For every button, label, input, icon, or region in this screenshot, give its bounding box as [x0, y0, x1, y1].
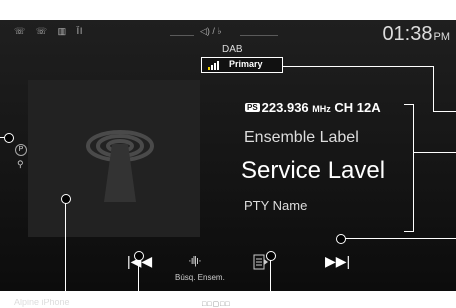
broadcast-icon — [28, 80, 200, 237]
pty-label: PTY Name — [244, 198, 308, 213]
top-margin — [0, 0, 456, 20]
callout-line — [433, 66, 434, 112]
battery-icon: ▥ — [57, 26, 68, 36]
next-button[interactable]: ▶▶| — [325, 253, 350, 270]
callout-line — [65, 203, 66, 299]
frequency-unit: MHz — [312, 104, 331, 114]
callout-line — [138, 260, 139, 299]
page-indicator: □□▢□□ — [202, 301, 231, 308]
info-bracket — [404, 104, 414, 232]
bottom-margin — [0, 291, 456, 299]
ensemble-search-label[interactable]: Búsq. Ensem. — [175, 273, 225, 282]
divider — [240, 35, 278, 36]
callout-line — [413, 152, 456, 153]
callout-dot — [266, 251, 276, 261]
clock-suffix: PM — [433, 31, 451, 43]
clock: 01:38PM — [382, 23, 450, 46]
signal-icon: Ïl — [76, 26, 84, 36]
frequency-line: PS 223.936 MHz CH 12A — [245, 100, 381, 115]
ps-badge: PS — [245, 103, 260, 112]
ensemble-label: Ensemble Label — [244, 129, 359, 146]
status-icons: ☏ ☏ ▥ Ïl — [14, 26, 89, 37]
callout-line — [270, 260, 271, 299]
source-label: DAB — [222, 44, 243, 55]
artwork-area[interactable] — [28, 80, 200, 237]
clock-time: 01:38 — [382, 23, 433, 45]
dab-screen: ☏ ☏ ▥ Ïl ◁) / ♭ 01:38PM DAB Primary P ⚲ … — [0, 20, 456, 308]
callout-dot — [336, 234, 346, 244]
phone-icon: ☏ — [14, 26, 27, 36]
frequency-value: 223.936 — [261, 100, 309, 115]
signal-indicator: Primary — [201, 57, 283, 73]
divider — [170, 35, 194, 36]
volume-indicator: ◁) / ♭ — [200, 26, 222, 36]
callout-line — [433, 111, 456, 112]
callout-dot — [4, 133, 14, 143]
callout-line — [345, 238, 456, 239]
signal-strength-icon — [208, 61, 219, 70]
search-icon[interactable]: ⚲ — [17, 159, 24, 170]
callout-dot — [61, 194, 71, 204]
phone-icon: ☏ — [35, 26, 49, 36]
preset-icon[interactable]: P — [15, 144, 27, 156]
primary-label: Primary — [229, 59, 263, 69]
ensemble-search-icon[interactable]: ·ıl|ı· — [188, 255, 202, 267]
callout-dot — [134, 251, 144, 261]
service-label: Service Lavel — [241, 157, 386, 184]
callout-line — [283, 66, 433, 67]
channel-value: CH 12A — [334, 100, 381, 115]
